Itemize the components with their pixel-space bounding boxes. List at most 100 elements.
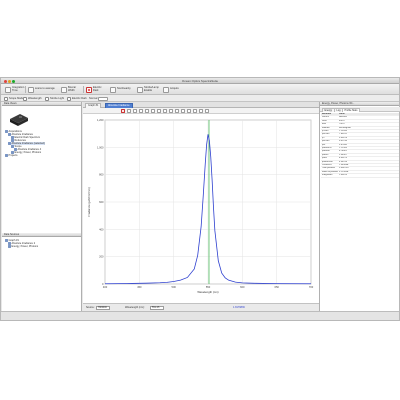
strobe-lamp-control[interactable]: Strobe/Lamp Enable: [137, 85, 160, 94]
table-row[interactable]: Integration 1.09876: [321, 174, 399, 178]
wavelength-button[interactable]: Wavelength: [23, 96, 42, 101]
nonlinearity-icon: [110, 86, 116, 93]
strobe-lamp-icon: [137, 86, 143, 93]
export-icon[interactable]: [199, 109, 203, 113]
cursor-value-readout: 1.8179836: [233, 306, 245, 309]
integration-time-icon: [5, 86, 11, 93]
electric-dark-toggle-label: Electric Dark: [72, 97, 87, 100]
mode-select-dropdown[interactable]: [98, 96, 109, 101]
x-tick-label: 650: [275, 285, 280, 289]
electric-dark-icon: [86, 86, 92, 93]
window-title: Ocean Optics SpectraSuite: [181, 79, 219, 84]
scale-y-icon[interactable]: [157, 109, 161, 113]
data-views-panel: Data Views Acquisitions Absolute Irradia…: [2, 102, 82, 311]
scope-mode-label: Scope Mode: [9, 97, 24, 100]
source-select[interactable]: HR4000: [96, 305, 110, 310]
tree-item-label: Energy, Power, Photons: [14, 151, 42, 154]
scans-average-control[interactable]: scans to average: [28, 85, 61, 94]
x-tick-label: 700: [309, 285, 314, 289]
toolbar-divider: [83, 86, 84, 93]
electric-dark-label: Electric Dark: [93, 85, 102, 92]
scans-average-label: scans to average: [35, 87, 55, 91]
x-axis-label: Wavelength (nm): [197, 290, 218, 294]
acquire-icon: [163, 86, 169, 93]
tab-energy[interactable]: Energy: [322, 107, 335, 112]
integration-time-label: Integration Time: [12, 85, 25, 92]
pan-icon[interactable]: [145, 109, 149, 113]
autoscale-icon[interactable]: [163, 109, 167, 113]
boxcar-width-label: Boxcar Width: [68, 85, 77, 92]
acquire-label: Acquire: [170, 87, 179, 91]
energy-power-photons-panel: Energy, Power, Photons Wi... Energy Log …: [319, 102, 400, 311]
x-tick-label: 400: [103, 285, 108, 289]
spectrometer-device-image: [10, 114, 28, 126]
x-tick-label: 450: [137, 285, 142, 289]
irradiance-chart[interactable]: 400 450 500 550 600 650 70002004006008001,0001…: [83, 114, 319, 303]
settings-icon[interactable]: [205, 109, 209, 113]
strobe-light-label: Strobe Light: [50, 97, 64, 100]
copy-icon[interactable]: [181, 109, 185, 113]
zoom-fit-icon[interactable]: [139, 109, 143, 113]
electric-dark-toggle-icon: [67, 96, 71, 101]
strobe-light-icon: [45, 96, 49, 101]
wavelength-readout-label: Wavelength (nm):: [125, 306, 145, 309]
tree-item-label: Energy, Power, Photons: [11, 245, 39, 248]
print-icon[interactable]: [187, 109, 191, 113]
save-icon[interactable]: [193, 109, 197, 113]
y-tick-label: 400: [99, 227, 104, 231]
tree-item-projects[interactable]: Projects: [5, 154, 18, 157]
boxcar-width-icon: [61, 86, 67, 93]
y-tick-label: 600: [99, 200, 104, 204]
electric-dark-control[interactable]: Electric Dark: [86, 85, 107, 94]
wavelength-label: Wavelength: [28, 97, 42, 100]
chart-area[interactable]: 400 450 500 550 600 650 700 0 200 400 600 800 1,000 1…: [83, 114, 319, 303]
wavelength-icon: [23, 96, 27, 101]
data-views-header: Data Views: [2, 102, 81, 106]
mode-select-value: Normal: [89, 97, 98, 100]
zoom-out-icon[interactable]: [133, 109, 137, 113]
attribute-cell: Integration: [322, 174, 333, 177]
app-window: Ocean Optics SpectraSuite Integration Ti…: [0, 77, 400, 321]
y-tick-label: 1,000: [97, 145, 104, 149]
scope-mode-icon: [4, 96, 8, 101]
scope-mode-button[interactable]: Scope Mode: [4, 96, 24, 101]
integration-time-control[interactable]: Integration Time: [5, 85, 26, 94]
overlay-icon[interactable]: [175, 109, 179, 113]
energy-panel-header: Energy, Power, Photons Wi...: [320, 102, 399, 106]
acquire-control[interactable]: Acquire: [163, 85, 182, 94]
strobe-light-button[interactable]: Strobe Light: [45, 96, 64, 101]
nonlinearity-label: Nonlinearity: [117, 87, 131, 91]
x-tick-label: 550: [206, 285, 211, 289]
boxcar-width-control[interactable]: Boxcar Width: [61, 85, 82, 94]
electric-dark-toggle[interactable]: Electric Dark: [67, 96, 87, 101]
mode-toolbar: Scope Mode Wavelength Strobe Light Elect…: [1, 95, 399, 102]
folder-icon: [5, 154, 8, 157]
value-cell: 1.09876: [339, 174, 347, 177]
scans-average-icon: [28, 86, 34, 93]
tree-item-energy-power-photons-source[interactable]: Energy, Power, Photons: [8, 245, 38, 248]
tab-profile-stats[interactable]: Profile Stats: [342, 107, 360, 112]
acquisition-toolbar: Integration Time scans to average Boxcar…: [1, 84, 399, 95]
y-tick-label: 1,200: [97, 118, 104, 122]
data-sources-header: Data Sources: [2, 233, 81, 237]
tree-item-label: Projects: [8, 154, 18, 157]
toolbar-divider: [25, 86, 26, 93]
y-tick-label: 800: [99, 173, 104, 177]
y-axis-label: Irradiance (µW/cm²/nm): [87, 187, 91, 216]
cursor-icon[interactable]: [169, 109, 173, 113]
zoom-in-icon[interactable]: [127, 109, 131, 113]
mode-select[interactable]: Normal: [89, 96, 109, 101]
energy-panel-tabs: Energy Log Profile Stats: [320, 107, 400, 112]
wavelength-input[interactable]: 551.45: [150, 305, 164, 310]
calculator-icon: [8, 245, 11, 248]
strobe-lamp-label: Strobe/Lamp Enable: [144, 85, 159, 92]
nonlinearity-control[interactable]: Nonlinearity: [110, 85, 133, 94]
bottom-status-bar: [1, 311, 399, 320]
x-tick-label: 500: [172, 285, 177, 289]
graph-status-bar: Source: HR4000 Wavelength (nm): 551.45 1…: [83, 303, 319, 311]
graph-pane: Graph #1 Absolute Irradiance 400 450 500 55…: [83, 102, 319, 311]
x-tick-label: 600: [240, 285, 245, 289]
source-label: Source:: [86, 306, 95, 309]
stop-icon[interactable]: [121, 109, 125, 113]
scale-x-icon[interactable]: [151, 109, 155, 113]
